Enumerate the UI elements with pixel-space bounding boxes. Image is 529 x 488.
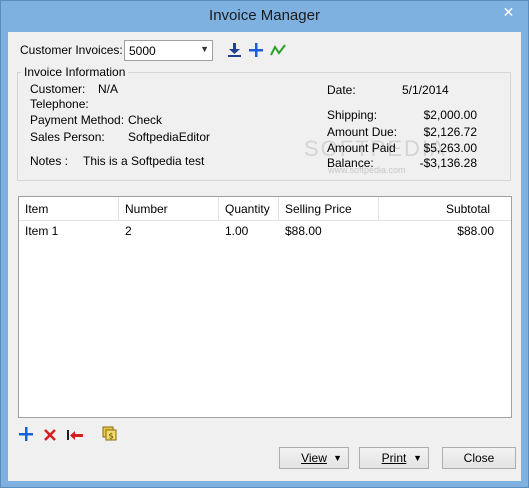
dropdown-arrow-icon: ▼ xyxy=(413,453,422,463)
customer-invoices-label: Customer Invoices: xyxy=(20,43,123,57)
window-title: Invoice Manager xyxy=(209,7,320,24)
customer-invoices-dropdown[interactable]: 5000 ▼ xyxy=(124,40,213,61)
column-header-number[interactable]: Number xyxy=(119,197,219,221)
title-bar: Invoice Manager ✕ xyxy=(1,1,528,32)
invoice-manager-window: Invoice Manager ✕ Customer Invoices: 500… xyxy=(0,0,529,488)
print-button-label: Print xyxy=(381,451,407,465)
column-header-quantity[interactable]: Quantity xyxy=(219,197,279,221)
notes-value: This is a Softpedia test xyxy=(83,154,205,168)
table-cell-number: 2 xyxy=(125,224,132,238)
print-button[interactable]: Print ▼ xyxy=(359,447,429,469)
invoice-information-title: Invoice Information xyxy=(21,65,129,79)
close-button-label: Close xyxy=(463,451,495,465)
remove-arrow-icon[interactable] xyxy=(66,427,84,443)
payment-method-label: Payment Method: xyxy=(30,113,125,127)
customer-invoices-value: 5000 xyxy=(129,44,156,58)
column-header-item[interactable]: Item xyxy=(19,197,119,221)
sales-person-value: SoftpediaEditor xyxy=(128,130,211,144)
view-button[interactable]: View ▼ xyxy=(279,447,349,469)
column-header-selling-price[interactable]: Selling Price xyxy=(279,197,379,221)
customer-value: N/A xyxy=(98,82,119,96)
table-cell-selling-price: $88.00 xyxy=(285,224,322,238)
close-button[interactable]: Close xyxy=(442,447,516,469)
telephone-label: Telephone: xyxy=(30,97,89,111)
table-row[interactable]: Item 1 2 1.00 $88.00 $88.00 xyxy=(19,222,511,240)
table-cell-item: Item 1 xyxy=(25,224,59,238)
shipping-value: $2,000.00 xyxy=(423,108,477,122)
shipping-label: Shipping: xyxy=(327,108,378,122)
table-header: Item Number Quantity Selling Price Subto… xyxy=(19,197,511,221)
amount-due-label: Amount Due: xyxy=(327,125,398,139)
view-button-label: View xyxy=(301,451,327,465)
amount-due-value: $2,126.72 xyxy=(423,125,477,139)
balance-value: -$3,136.28 xyxy=(419,156,477,170)
table-cell-quantity: 1.00 xyxy=(225,224,249,238)
date-label: Date: xyxy=(327,83,356,97)
date-value: 5/1/2014 xyxy=(402,83,449,97)
svg-text:$: $ xyxy=(109,432,114,441)
dialog-body: Customer Invoices: 5000 ▼ Invoice Inform… xyxy=(8,32,521,481)
dropdown-arrow-icon: ▼ xyxy=(333,453,342,463)
payment-method-value: Check xyxy=(128,113,163,127)
column-header-subtotal[interactable]: Subtotal xyxy=(379,197,496,221)
payment-icon[interactable]: $ xyxy=(102,426,118,442)
table-cell-subtotal: $88.00 xyxy=(457,224,494,238)
balance-label: Balance: xyxy=(327,156,374,170)
download-icon[interactable] xyxy=(226,42,242,58)
amount-paid-value: $5,263.00 xyxy=(423,141,477,155)
invoice-items-table[interactable]: Item Number Quantity Selling Price Subto… xyxy=(18,196,512,418)
close-window-button[interactable]: ✕ xyxy=(497,3,520,21)
delete-x-icon[interactable] xyxy=(42,427,58,443)
notes-label: Notes : xyxy=(30,154,69,168)
chevron-down-icon: ▼ xyxy=(200,44,209,54)
amount-paid-label: Amount Paid xyxy=(327,141,396,155)
add-item-icon[interactable] xyxy=(18,426,34,442)
customer-label: Customer: xyxy=(30,82,86,96)
add-invoice-icon[interactable] xyxy=(248,42,264,58)
sales-person-label: Sales Person: xyxy=(30,130,105,144)
trend-icon[interactable] xyxy=(270,42,286,58)
